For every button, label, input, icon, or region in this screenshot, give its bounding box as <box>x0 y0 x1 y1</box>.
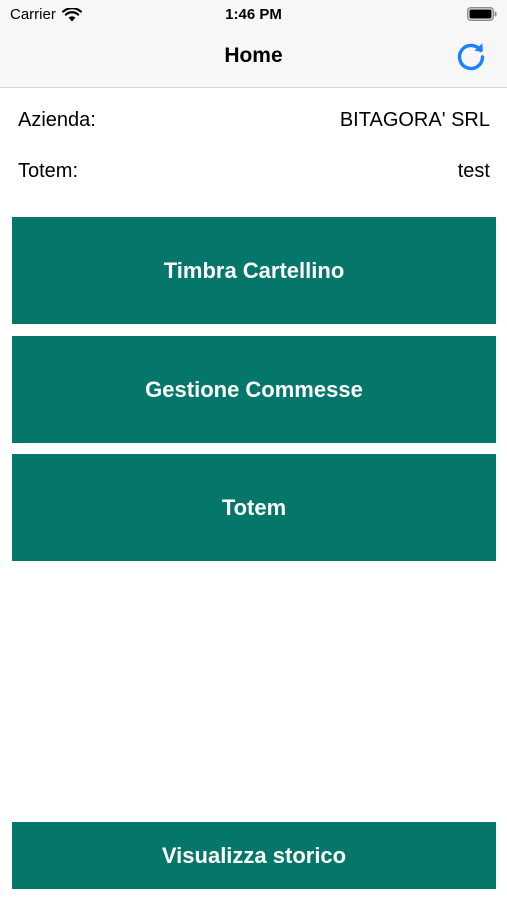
navigation-area: Carrier 1:46 PM Home <box>0 0 507 88</box>
company-label: Azienda: <box>18 109 96 131</box>
gestione-commesse-button[interactable]: Gestione Commesse <box>12 336 496 443</box>
status-bar: Carrier 1:46 PM <box>0 0 507 30</box>
battery-icon <box>467 7 497 21</box>
totem-row: Totem: test <box>18 160 490 183</box>
refresh-icon[interactable] <box>454 40 488 74</box>
totem-value: test <box>457 160 490 182</box>
company-row: Azienda: BITAGORA' SRL <box>18 109 490 132</box>
totem-label: Totem: <box>18 160 79 182</box>
page-title: Home <box>224 44 283 67</box>
visualizza-storico-button[interactable]: Visualizza storico <box>12 822 496 889</box>
status-time: 1:46 PM <box>225 6 282 23</box>
timbra-cartellino-button[interactable]: Timbra Cartellino <box>12 217 496 324</box>
company-value: BITAGORA' SRL <box>339 109 490 131</box>
totem-button[interactable]: Totem <box>12 454 496 561</box>
